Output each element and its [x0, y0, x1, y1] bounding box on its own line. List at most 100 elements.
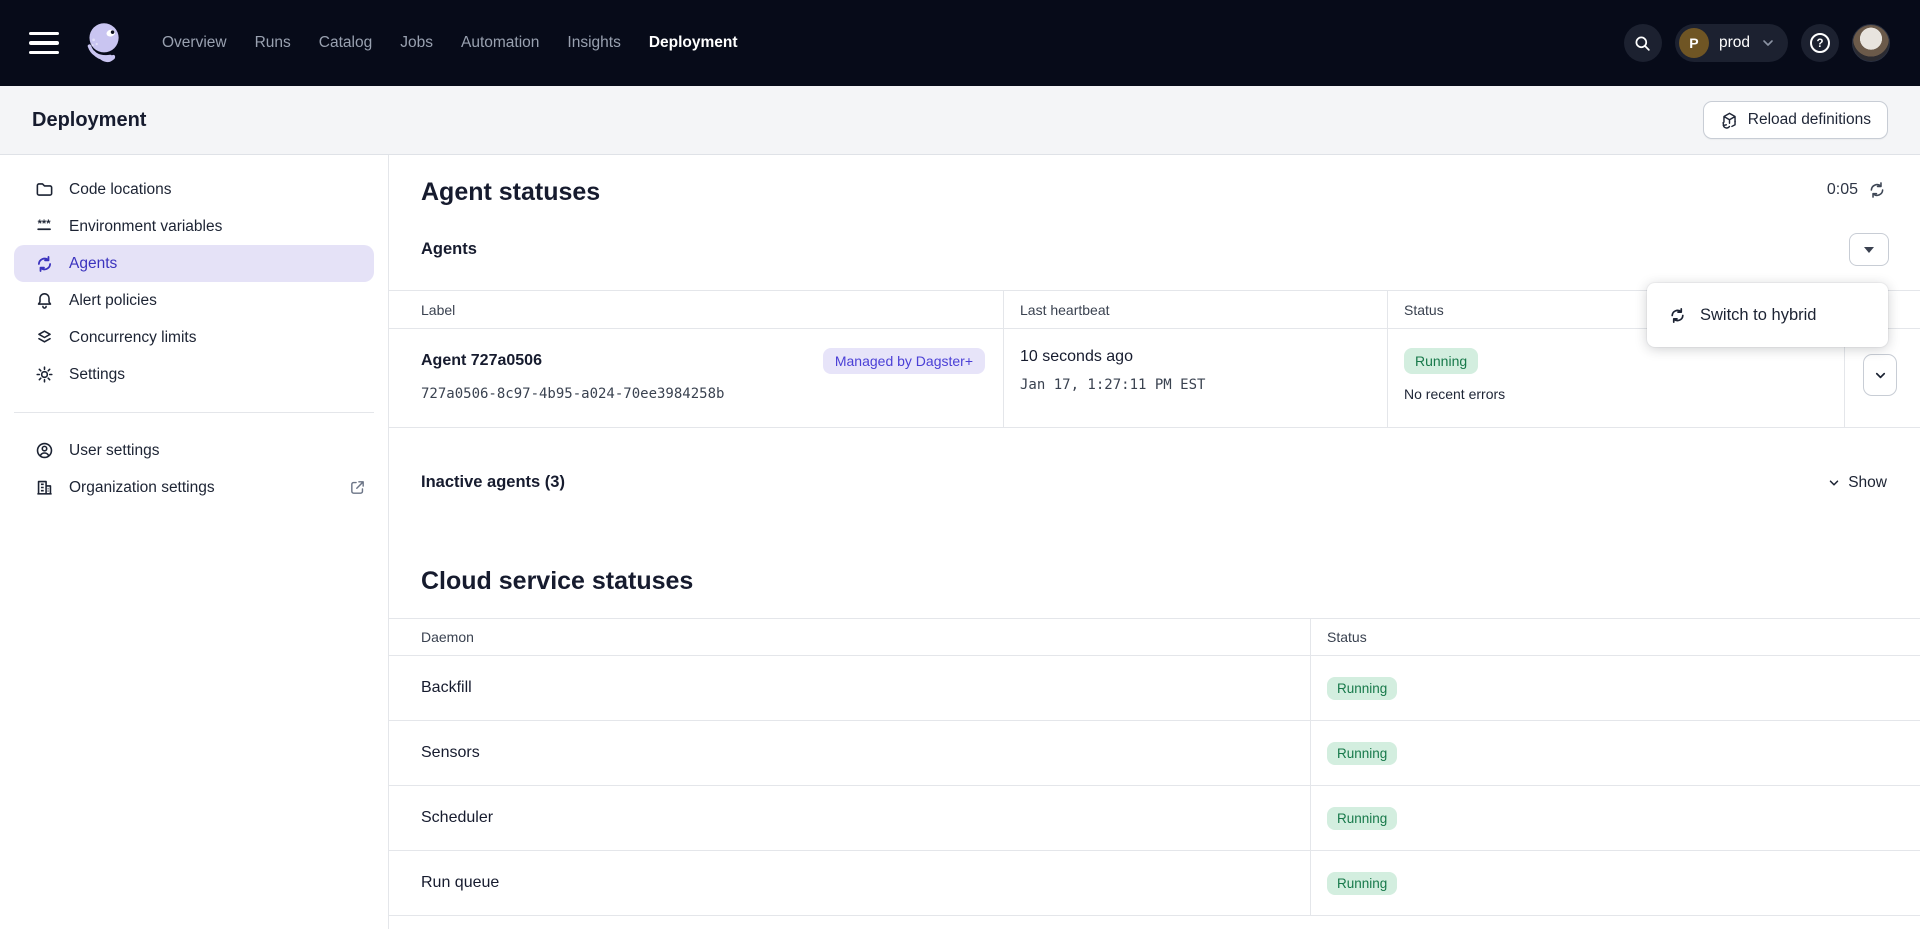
- refresh-timer: 0:05: [1827, 181, 1886, 199]
- sidebar-item-label: User settings: [69, 442, 159, 460]
- primary-nav: Overview Runs Catalog Jobs Automation In…: [162, 34, 738, 52]
- inactive-agents-heading: Inactive agents (3): [421, 473, 565, 492]
- nav-item-overview[interactable]: Overview: [162, 34, 227, 52]
- reload-definitions-button[interactable]: Reload definitions: [1703, 101, 1888, 139]
- column-header-label: Label: [389, 302, 1003, 318]
- chevron-down-icon: [1827, 476, 1841, 490]
- env-vars-icon: ***: [35, 217, 54, 236]
- gear-icon: [35, 365, 54, 384]
- reload-definitions-label: Reload definitions: [1748, 111, 1871, 129]
- menu-item-switch-to-hybrid[interactable]: Switch to hybrid: [1700, 306, 1816, 325]
- sidebar-item-user-settings[interactable]: User settings: [14, 432, 374, 469]
- top-nav: Overview Runs Catalog Jobs Automation In…: [0, 0, 1920, 86]
- search-icon: [1633, 34, 1652, 53]
- nav-item-deployment[interactable]: Deployment: [649, 34, 738, 52]
- sidebar-item-settings[interactable]: Settings: [14, 356, 374, 393]
- status-detail: No recent errors: [1404, 386, 1844, 402]
- user-icon: [35, 441, 54, 460]
- sidebar-item-label: Environment variables: [69, 218, 222, 236]
- sidebar-item-label: Organization settings: [69, 479, 215, 497]
- search-button[interactable]: [1624, 24, 1662, 62]
- daemon-name: Sensors: [389, 744, 1310, 762]
- top-nav-right: P prod ?: [1624, 24, 1890, 62]
- show-inactive-agents-toggle[interactable]: Show: [1827, 474, 1887, 492]
- agent-label-cell: Agent 727a0506 Managed by Dagster+ 727a0…: [389, 329, 1003, 427]
- chevron-down-icon: [1760, 35, 1776, 51]
- dagster-logo-icon[interactable]: [78, 18, 128, 68]
- folder-icon: [35, 180, 54, 199]
- svg-text:***: ***: [38, 218, 52, 230]
- status-badge: Running: [1404, 348, 1478, 374]
- deployment-name: prod: [1719, 34, 1750, 52]
- sidebar-item-label: Settings: [69, 366, 125, 384]
- reload-cube-icon: [1720, 111, 1739, 130]
- cycle-icon: [35, 255, 54, 273]
- cloud-table-header: Daemon Status: [389, 619, 1920, 656]
- nav-item-runs[interactable]: Runs: [255, 34, 291, 52]
- table-row: Sensors Running: [389, 721, 1920, 786]
- sidebar-item-label: Alert policies: [69, 292, 157, 310]
- managed-badge: Managed by Dagster+: [823, 348, 985, 374]
- agents-actions-dropdown-button[interactable]: [1849, 233, 1889, 266]
- external-link-icon: [349, 479, 366, 496]
- agent-id: 727a0506-8c97-4b95-a024-70ee3984258b: [421, 386, 1003, 402]
- agent-heartbeat-cell: 10 seconds ago Jan 17, 1:27:11 PM EST: [1003, 329, 1387, 427]
- heartbeat-timestamp: Jan 17, 1:27:11 PM EST: [1020, 377, 1387, 393]
- sidebar-item-concurrency-limits[interactable]: Concurrency limits: [14, 319, 374, 356]
- status-badge: Running: [1327, 677, 1397, 700]
- nav-item-automation[interactable]: Automation: [461, 34, 539, 52]
- chevron-down-icon: [1873, 368, 1888, 383]
- table-row: Run queue Running: [389, 851, 1920, 916]
- status-badge: Running: [1327, 807, 1397, 830]
- layers-icon: [35, 328, 54, 347]
- heartbeat-relative: 10 seconds ago: [1020, 348, 1387, 366]
- user-avatar[interactable]: [1852, 24, 1890, 62]
- show-label: Show: [1848, 474, 1887, 492]
- cycle-icon: [1669, 307, 1686, 324]
- sidebar-item-organization-settings[interactable]: Organization settings: [14, 469, 374, 506]
- sidebar-item-label: Concurrency limits: [69, 329, 196, 347]
- status-badge: Running: [1327, 872, 1397, 895]
- section-title-agent-statuses: Agent statuses: [421, 177, 600, 207]
- column-header-daemon: Daemon: [389, 629, 1310, 645]
- hamburger-menu-icon[interactable]: [29, 32, 59, 55]
- column-header-last-heartbeat: Last heartbeat: [1003, 291, 1387, 328]
- cloud-services-table: Daemon Status Backfill Running Sensors R…: [389, 618, 1920, 916]
- refresh-icon[interactable]: [1868, 181, 1886, 199]
- daemon-name: Scheduler: [389, 809, 1310, 827]
- main-content: Agent statuses 0:05 Agents Label Last he…: [389, 155, 1920, 929]
- deployment-avatar: P: [1679, 28, 1709, 58]
- nav-item-catalog[interactable]: Catalog: [319, 34, 372, 52]
- svg-text:?: ?: [1816, 38, 1823, 50]
- sidebar-item-agents[interactable]: Agents: [14, 245, 374, 282]
- nav-item-jobs[interactable]: Jobs: [400, 34, 433, 52]
- sidebar-item-label: Agents: [69, 255, 117, 273]
- column-header-status: Status: [1310, 619, 1920, 655]
- sidebar-item-environment-variables[interactable]: *** Environment variables: [14, 208, 374, 245]
- agents-actions-menu: Switch to hybrid: [1647, 283, 1888, 347]
- table-row: Scheduler Running: [389, 786, 1920, 851]
- sidebar-item-code-locations[interactable]: Code locations: [14, 171, 374, 208]
- deployment-switcher[interactable]: P prod: [1675, 24, 1788, 62]
- sidebar-divider: [14, 412, 374, 413]
- table-row: Backfill Running: [389, 656, 1920, 721]
- agent-name[interactable]: Agent 727a0506: [421, 352, 542, 370]
- daemon-name: Backfill: [389, 679, 1310, 697]
- refresh-countdown: 0:05: [1827, 181, 1858, 199]
- nav-item-insights[interactable]: Insights: [567, 34, 620, 52]
- bell-icon: [35, 291, 54, 310]
- sidebar-item-label: Code locations: [69, 181, 172, 199]
- page-header: Deployment Reload definitions: [0, 86, 1920, 155]
- daemon-name: Run queue: [389, 874, 1310, 892]
- sidebar-item-alert-policies[interactable]: Alert policies: [14, 282, 374, 319]
- agents-heading: Agents: [421, 240, 477, 259]
- building-icon: [35, 478, 54, 497]
- agent-row-expand-button[interactable]: [1863, 354, 1897, 396]
- question-icon: ?: [1808, 31, 1832, 55]
- page-title: Deployment: [32, 109, 146, 132]
- status-badge: Running: [1327, 742, 1397, 765]
- help-button[interactable]: ?: [1801, 24, 1839, 62]
- deployment-sidebar: Code locations *** Environment variables…: [0, 155, 389, 929]
- section-title-cloud-service-statuses: Cloud service statuses: [421, 566, 1920, 596]
- caret-down-icon: [1864, 247, 1874, 253]
